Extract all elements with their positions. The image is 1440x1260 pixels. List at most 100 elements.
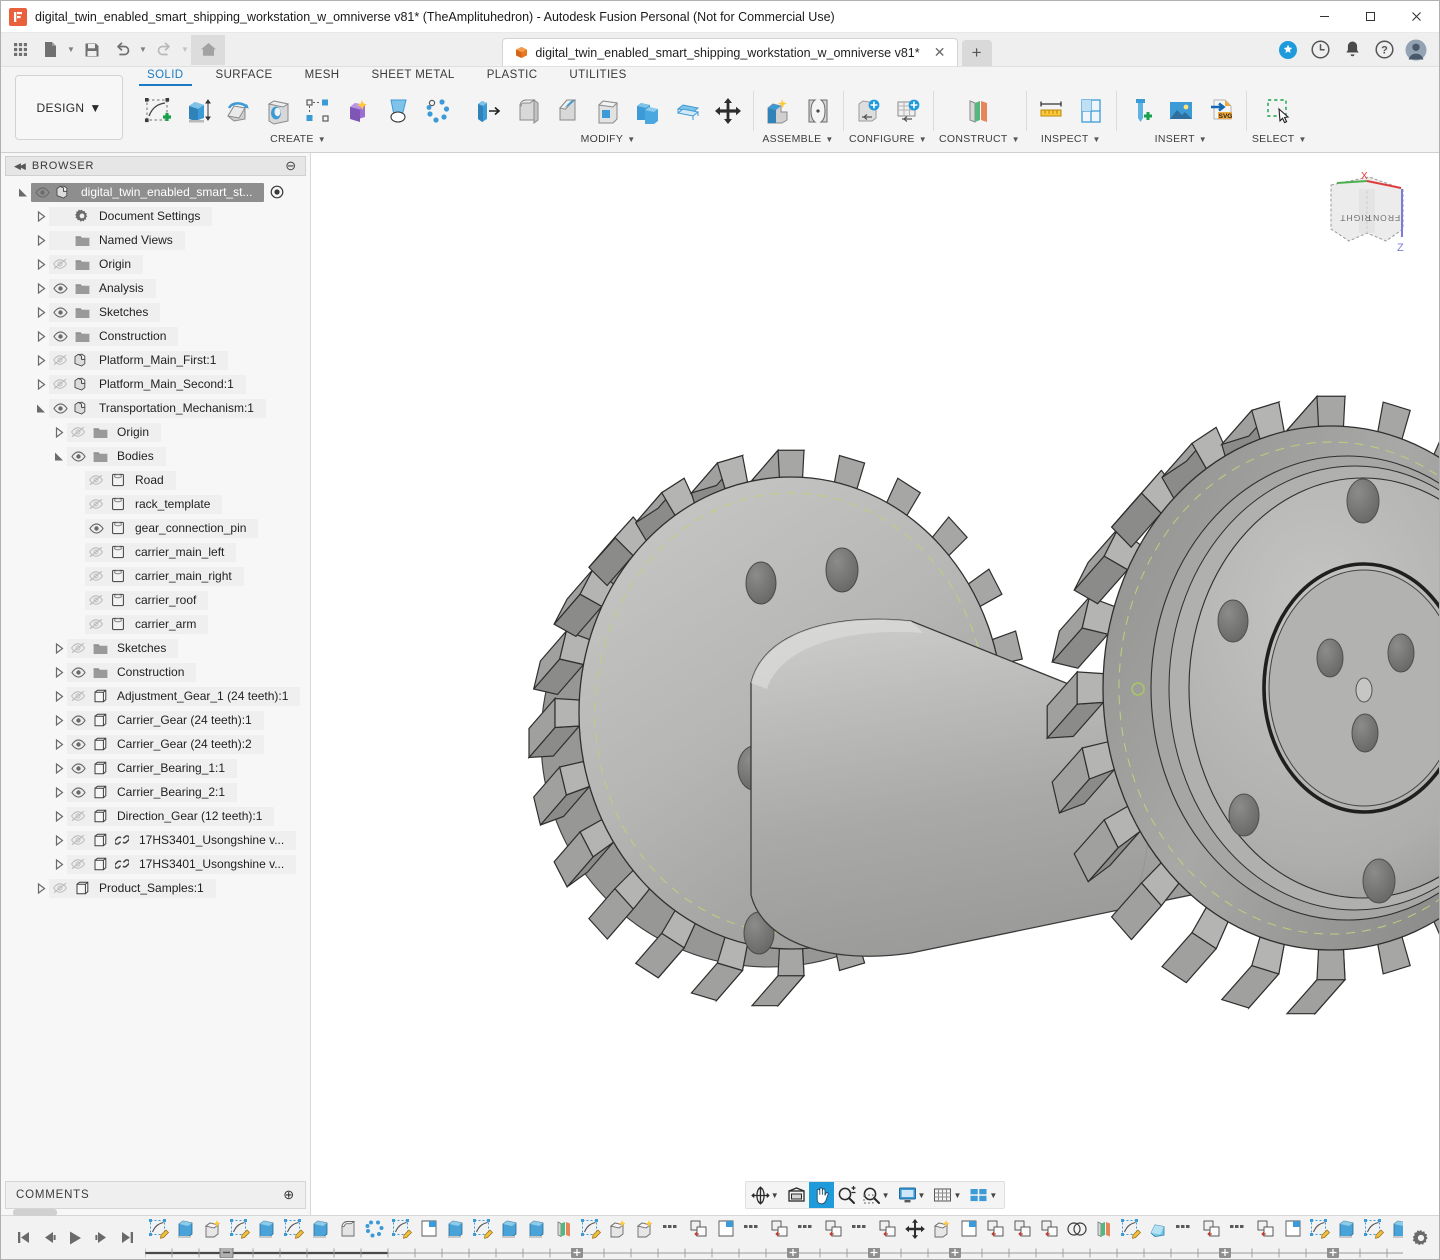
shell-icon[interactable] — [589, 91, 627, 131]
combine-icon[interactable] — [629, 91, 667, 131]
new-component-icon[interactable] — [759, 91, 797, 131]
tree-item[interactable]: Named Views — [1, 228, 310, 252]
workspace-switcher[interactable]: DESIGN ▼ — [15, 75, 123, 140]
measure-icon[interactable] — [1032, 91, 1070, 131]
timeline-feature-extrude-icon[interactable] — [496, 1218, 523, 1246]
grid-apps-icon[interactable] — [5, 35, 35, 65]
expand-arrow-icon[interactable] — [51, 782, 67, 802]
select-window-icon[interactable] — [1257, 91, 1301, 131]
tree-item[interactable]: Carrier_Bearing_2:1 — [1, 780, 310, 804]
timeline-feature-sketch-icon[interactable] — [577, 1218, 604, 1246]
visibility-eye-off-icon[interactable] — [67, 638, 89, 658]
insert-mcmaster-icon[interactable] — [1122, 91, 1160, 131]
expand-arrow-icon[interactable] — [33, 206, 49, 226]
visibility-eye-icon[interactable] — [49, 302, 71, 322]
play-icon[interactable] — [63, 1225, 87, 1251]
expand-arrow-icon[interactable] — [33, 302, 49, 322]
job-status-icon[interactable] — [1309, 39, 1331, 61]
chevron-down-icon[interactable]: ▼ — [318, 135, 326, 144]
visibility-eye-off-icon[interactable] — [85, 542, 107, 562]
view-cube[interactable]: RIGHT FRONT X Z — [1311, 167, 1411, 263]
create-sketch-icon[interactable] — [139, 91, 177, 131]
new-document-icon[interactable] — [35, 35, 65, 65]
tree-item[interactable]: Platform_Main_Second:1 — [1, 372, 310, 396]
timeline-feature-rigid-group-icon[interactable] — [1036, 1218, 1063, 1246]
tree-item[interactable]: carrier_arm — [1, 612, 310, 636]
timeline-feature-extrude-icon[interactable] — [253, 1218, 280, 1246]
expand-arrow-icon[interactable] — [33, 278, 49, 298]
visibility-eye-icon[interactable] — [67, 734, 89, 754]
chevron-down-icon[interactable]: ▼ — [771, 1191, 781, 1200]
timeline-feature-pattern-dots-icon[interactable] — [361, 1218, 388, 1246]
expand-arrow-icon[interactable] — [51, 758, 67, 778]
tree-item[interactable]: carrier_main_left — [1, 540, 310, 564]
notifications-bell-icon[interactable] — [1341, 39, 1363, 61]
expand-arrow-icon[interactable] — [33, 350, 49, 370]
expand-arrow-icon[interactable] — [51, 734, 67, 754]
timeline-feature-thread-icon[interactable] — [1225, 1218, 1252, 1246]
loft-icon[interactable] — [379, 91, 417, 131]
visibility-eye-icon[interactable] — [49, 398, 71, 418]
expand-arrow-icon[interactable] — [51, 830, 67, 850]
tree-item[interactable]: 17HS3401_Usongshine v... — [1, 852, 310, 876]
timeline-feature-extrude-icon[interactable] — [523, 1218, 550, 1246]
grid-snaps-icon[interactable]: ▼ — [930, 1182, 966, 1208]
section-analysis-icon[interactable] — [1072, 91, 1110, 131]
visibility-eye-off-icon[interactable] — [49, 374, 71, 394]
configuration-table-icon[interactable] — [889, 91, 927, 131]
pan-icon[interactable] — [809, 1182, 834, 1208]
tree-item[interactable]: Adjustment_Gear_1 (24 teeth):1 — [1, 684, 310, 708]
timeline-feature-sketch-icon[interactable] — [1306, 1218, 1333, 1246]
undo-icon[interactable] — [107, 35, 137, 65]
expand-arrow-icon[interactable] — [33, 230, 49, 250]
visibility-eye-icon[interactable] — [67, 782, 89, 802]
timeline-feature-construct-icon[interactable] — [550, 1218, 577, 1246]
timeline-track[interactable] — [145, 1216, 1403, 1260]
tab-sheet-metal[interactable]: SHEET METAL — [355, 67, 470, 84]
timeline-feature-thread-icon[interactable] — [847, 1218, 874, 1246]
skip-start-icon[interactable] — [11, 1225, 35, 1251]
visibility-eye-off-icon[interactable] — [85, 470, 107, 490]
tree-item[interactable]: Origin — [1, 420, 310, 444]
visibility-eye-off-icon[interactable] — [49, 254, 71, 274]
timeline-feature-plane-icon[interactable] — [1279, 1218, 1306, 1246]
timeline-feature-sketch-icon[interactable] — [1117, 1218, 1144, 1246]
timeline-feature-rigid-group-icon[interactable] — [766, 1218, 793, 1246]
visibility-eye-off-icon[interactable] — [85, 566, 107, 586]
look-at-icon[interactable] — [784, 1182, 809, 1208]
timeline-feature-sketch-icon[interactable] — [1360, 1218, 1387, 1246]
timeline-feature-extrude-icon[interactable] — [1387, 1218, 1403, 1246]
chevron-down-icon[interactable]: ▼ — [1199, 135, 1207, 144]
tree-item[interactable]: Sketches — [1, 636, 310, 660]
visibility-eye-off-icon[interactable] — [49, 350, 71, 370]
expand-arrow-icon[interactable] — [51, 710, 67, 730]
tree-item[interactable]: carrier_main_right — [1, 564, 310, 588]
tree-item[interactable]: 17HS3401_Usongshine v... — [1, 828, 310, 852]
timeline-feature-plane-icon[interactable] — [955, 1218, 982, 1246]
chevron-down-icon[interactable]: ▼ — [989, 1191, 999, 1200]
timeline-feature-rigid-group-icon[interactable] — [982, 1218, 1009, 1246]
tree-item[interactable]: Road — [1, 468, 310, 492]
tree-item[interactable]: Sketches — [1, 300, 310, 324]
tree-item[interactable]: Construction — [1, 324, 310, 348]
chevron-down-icon[interactable]: ▼ — [918, 1191, 928, 1200]
tree-item[interactable]: Product_Samples:1 — [1, 876, 310, 900]
minus-icon[interactable]: ⊖ — [285, 158, 297, 174]
visibility-eye-icon[interactable] — [67, 758, 89, 778]
tree-item[interactable]: Carrier_Gear (24 teeth):2 — [1, 732, 310, 756]
collapse-arrow-icon[interactable] — [51, 446, 67, 466]
zoom-icon[interactable] — [834, 1182, 859, 1208]
visibility-eye-off-icon[interactable] — [67, 806, 89, 826]
tree-item[interactable]: Transportation_Mechanism:1 — [1, 396, 310, 420]
timeline-feature-fillet-icon[interactable] — [334, 1218, 361, 1246]
user-avatar-icon[interactable] — [1405, 39, 1427, 61]
tab-mesh[interactable]: MESH — [289, 67, 356, 84]
chevron-down-icon[interactable]: ▼ — [953, 1191, 963, 1200]
chevron-down-icon[interactable]: ▼ — [919, 135, 927, 144]
timeline-feature-rigid-group-icon[interactable] — [874, 1218, 901, 1246]
timeline-feature-thread-icon[interactable] — [658, 1218, 685, 1246]
visibility-eye-off-icon[interactable] — [49, 878, 71, 898]
panel-scroll-nub[interactable] — [13, 1209, 57, 1216]
tree-item[interactable]: rack_template — [1, 492, 310, 516]
expand-arrow-icon[interactable] — [51, 662, 67, 682]
